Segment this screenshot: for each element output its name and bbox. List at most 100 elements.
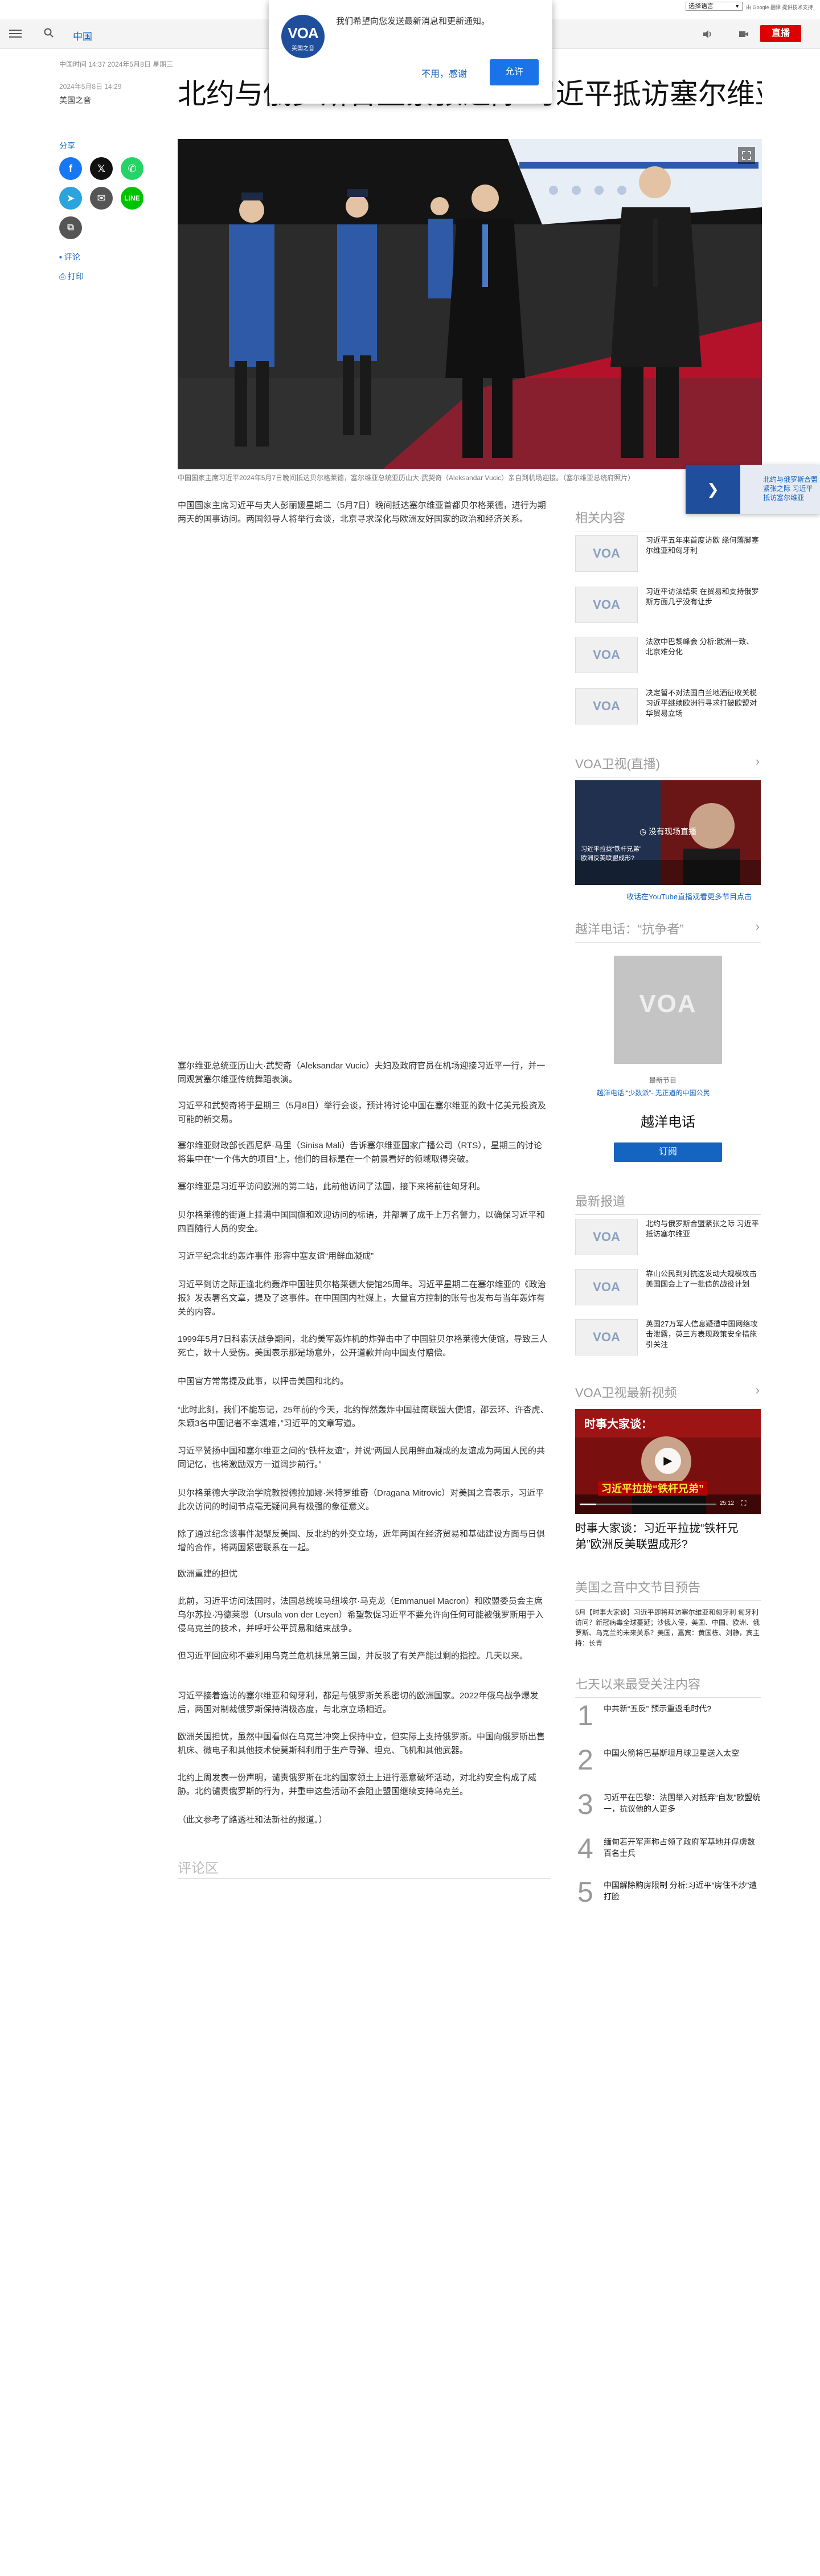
most-popular-item[interactable]: 2 中国火箭将巴基斯坦月球卫星送入太空 <box>575 1745 761 1785</box>
chevron-right-icon: › <box>755 754 760 768</box>
rank-number: 1 <box>577 1699 593 1731</box>
article-paragraph: 北约上周发表一份声明，谴责俄罗斯在北约国家领土上进行恶意破坏活动，对北约安全构成… <box>178 1773 537 1796</box>
video-icon[interactable] <box>738 28 749 40</box>
whatsapp-share-icon[interactable]: ✆ <box>121 157 144 180</box>
hero-photo <box>178 139 762 469</box>
voa-logo-icon: VOA <box>575 1219 638 1255</box>
allow-button[interactable]: 允许 <box>490 59 539 85</box>
related-item[interactable]: VOA 习近平五年来首度访欧 缘何落脚塞尔维亚和匈牙利 <box>575 535 761 572</box>
no-live-label: ◷ 没有现场直播 <box>575 826 761 837</box>
translate-note: 由 Google 翻译 提供技术支持 <box>746 5 813 10</box>
audio-icon[interactable] <box>702 28 713 40</box>
copy-link-icon[interactable]: ⧉ <box>59 216 82 239</box>
language-select[interactable]: 选择语言 ▼ <box>686 2 743 11</box>
related-item-title: 决定暂不对法国白兰地酒征收关税 习近平继续欧洲行寻求打破欧盟对华贸易立场 <box>646 689 757 718</box>
youtube-watch-link[interactable]: 收话在YouTube直播观看更多节目点击 <box>626 891 752 902</box>
x-share-icon[interactable]: 𝕏 <box>90 157 113 180</box>
live-thumb-caption: 欧洲反美联盟成形? <box>581 855 635 862</box>
latest-heading-label: 最新报道 <box>575 1194 626 1209</box>
clock-icon: ◷ <box>639 827 649 836</box>
article-paragraph: 中国国家主席习近平与夫人彭丽媛星期二（5月7日）晚间抵达塞尔维亚首都贝尔格莱德，… <box>178 501 546 524</box>
video-caption-top: 时事大家谈： <box>584 1418 653 1431</box>
email-share-icon[interactable]: ✉ <box>90 187 113 210</box>
article-paragraph: 贝尔格莱德大学政治学院教授德拉加娜·米特罗维奇（Dragana Mitrovic… <box>178 1488 544 1512</box>
subscribe-button[interactable]: 订阅 <box>614 1142 722 1162</box>
voa-logo-icon: VOA <box>575 535 638 572</box>
article-paragraph: 但习近平回应称不要利用乌克兰危机抹黑第三国，并反驳了有关产能过剩的指控。几天以来… <box>178 1651 528 1661</box>
latest-item[interactable]: VOA 北约与俄罗斯合盟紧张之际 习近平抵访塞尔维亚 <box>575 1219 761 1255</box>
telegram-share-icon[interactable]: ➤ <box>59 187 82 210</box>
hamburger-menu-icon[interactable] <box>9 27 22 40</box>
most-popular-item[interactable]: 1 中共新“五反” 预示重返毛时代? <box>575 1701 761 1740</box>
chevron-right-icon: › <box>755 919 760 933</box>
article-paragraph: 1999年5月7日科索沃战争期间，北约美军轰炸机的炸弹击中了中国驻贝尔格莱德大使… <box>178 1334 548 1358</box>
most-popular-heading-label: 七天以来最受关注内容 <box>575 1677 701 1692</box>
latest-item[interactable]: VOA 英国27万军人信息疑遭中国网络攻击泄露，英三方表现政策安全措施引关注 <box>575 1319 761 1355</box>
byline-source[interactable]: 美国之音 <box>59 95 91 106</box>
article-paragraph: “此时此刻，我们不能忘记，25年前的今天，北约悍然轰炸中国驻南联盟大使馆，邵云环… <box>178 1405 549 1428</box>
article-subheading: 习近平纪念北约轰炸事件 形容中塞友谊“用鲜血凝成” <box>178 1251 374 1261</box>
article-paragraph: 除了通过纪念该事件凝聚反美国、反北约的外交立场，近年两国在经济贸易和基础建设方面… <box>178 1529 546 1553</box>
article-paragraph: （此文参考了路透社和法新社的报道。） <box>178 1815 327 1825</box>
publish-date: 2024年5月8日 14:29 <box>59 83 122 91</box>
search-icon[interactable] <box>43 27 55 39</box>
related-item[interactable]: VOA 习近平访法结束 在贸易和支持俄罗斯方面几乎没有让步 <box>575 587 761 623</box>
latest-item-title: 靠山公民到对抗这发动大规模攻击 美国国会上了一批债的战役计划 <box>646 1269 757 1288</box>
line-share-icon[interactable]: LINE <box>121 187 144 210</box>
print-link[interactable]: ⎙ 打印 <box>59 271 84 282</box>
expand-icon[interactable] <box>738 147 755 164</box>
rank-number: 3 <box>577 1788 593 1820</box>
photo-caption: 中国国家主席习近平2024年5月7日晚间抵达贝尔格莱德，塞尔维亚总统亚历山大·武… <box>178 474 635 482</box>
digest-text[interactable]: 5月【时事大家谈】习近平即将拜访塞尔维亚和匈牙利 匈牙利访问？新冠病毒全球蔓延；… <box>575 1607 761 1648</box>
video-thumbnail[interactable]: 时事大家谈： 习近平拉拢“铁杆兄弟” ▶ 25:12 ⛶ <box>575 1409 761 1514</box>
live-heading[interactable]: VOA卫视(直播) › <box>575 754 761 777</box>
latest-item[interactable]: VOA 靠山公民到对抗这发动大规模攻击 美国国会上了一批债的战役计划 <box>575 1269 761 1305</box>
rank-number: 4 <box>577 1833 593 1865</box>
section-link[interactable]: 中国 <box>73 28 92 43</box>
decline-button[interactable]: 不用，感谢 <box>421 66 467 80</box>
chevron-right-icon: › <box>755 1383 760 1397</box>
fullscreen-icon[interactable]: ⛶ <box>741 1499 746 1508</box>
podcast-episode-link[interactable]: 越洋电话:“少数派”- 无正道的中国公民 <box>597 1088 710 1097</box>
comments-link[interactable]: ▪ 评论 <box>59 251 80 263</box>
podcast-cover[interactable]: VOA <box>614 956 722 1064</box>
podcast-heading[interactable]: 越洋电话：“抗争者” › <box>575 919 761 943</box>
comments-heading: 评论区 <box>178 1861 219 1876</box>
divider <box>178 1878 550 1879</box>
play-button-icon[interactable]: ▶ <box>655 1448 681 1474</box>
digest-heading: 美国之音中文节目预告 <box>575 1578 761 1601</box>
most-popular-title: 习近平在巴黎：法国举入对抵弃“自友”欧盟统一，抗议他的人更多 <box>604 1793 761 1813</box>
article-paragraph: 习近平到访之际正逢北约轰炸中国驻贝尔格莱德大使馆25周年。习近平星期二在塞尔维亚… <box>178 1280 546 1317</box>
most-popular-title: 中国火箭将巴基斯坦月球卫星送入太空 <box>604 1748 739 1758</box>
related-item[interactable]: VOA 法欧中巴黎峰会 分析:欧洲一致、北京难分化 <box>575 637 761 673</box>
live-thumb-caption: 习近平拉拢“铁杆兄弟” <box>581 846 642 853</box>
most-popular-item[interactable]: 3 习近平在巴黎：法国举入对抵弃“自友”欧盟统一，抗议他的人更多 <box>575 1789 761 1829</box>
latest-heading: 最新报道 <box>575 1191 761 1215</box>
related-item-title: 法欧中巴黎峰会 分析:欧洲一致、北京难分化 <box>646 637 754 656</box>
related-item[interactable]: VOA 决定暂不对法国白兰地酒征收关税 习近平继续欧洲行寻求打破欧盟对华贸易立场 <box>575 688 761 724</box>
print-link-label: 打印 <box>68 272 84 281</box>
article-paragraph: 习近平接着造访的塞尔维亚和匈牙利，都是与俄罗斯关系密切的欧洲国家。2022年俄乌… <box>178 1691 539 1714</box>
notification-message: 我们希望向您发送最新消息和更新通知。 <box>336 17 490 26</box>
video-title[interactable]: 时事大家谈：习近平拉拢“铁杆兄弟”欧洲反美联盟成形? <box>575 1521 761 1553</box>
hero-photo-illustration <box>178 139 762 469</box>
voa-logo-icon: VOA <box>575 587 638 623</box>
live-button[interactable]: 直播 <box>760 25 801 42</box>
video-progress-bar[interactable] <box>580 1504 716 1505</box>
most-popular-item[interactable]: 5 中国解除购房限制 分析:习近平“房住不炒”遭打脸 <box>575 1877 761 1917</box>
podcast-name: 越洋电话 <box>641 1115 695 1130</box>
most-popular-heading: 七天以来最受关注内容 <box>575 1674 761 1698</box>
article-paragraph: 习近平和武契奇将于星期三（5月8日）举行会谈，预计将讨论中国在塞尔维亚的数十亿美… <box>178 1101 546 1124</box>
voa-logo-icon: VOA <box>575 688 638 724</box>
play-icon: ❯ <box>686 465 740 514</box>
article-subheading: 欧洲重建的担忧 <box>178 1569 238 1579</box>
article-paragraph: 中国官方常常提及此事，以抨击美国和北约。 <box>178 1377 349 1386</box>
facebook-share-icon[interactable]: f <box>59 157 82 180</box>
video-heading[interactable]: VOA卫视最新视频 › <box>575 1383 761 1406</box>
voa-logo: VOA 美国之音 <box>281 15 325 58</box>
most-popular-item[interactable]: 4 缅甸若开军声称占领了政府军基地并俘虏数百名士兵 <box>575 1834 761 1874</box>
comment-icon: ▪ <box>59 252 64 261</box>
video-caption-main: 习近平拉拢“铁杆兄弟” <box>598 1481 707 1496</box>
floating-related-card[interactable]: ❯ 北约与俄罗斯合盟紧张之际 习近平抵访塞尔维亚 <box>686 465 820 514</box>
live-stream-thumbnail[interactable]: 习近平拉拢“铁杆兄弟” 欧洲反美联盟成形? ◷ 没有现场直播 <box>575 780 761 885</box>
